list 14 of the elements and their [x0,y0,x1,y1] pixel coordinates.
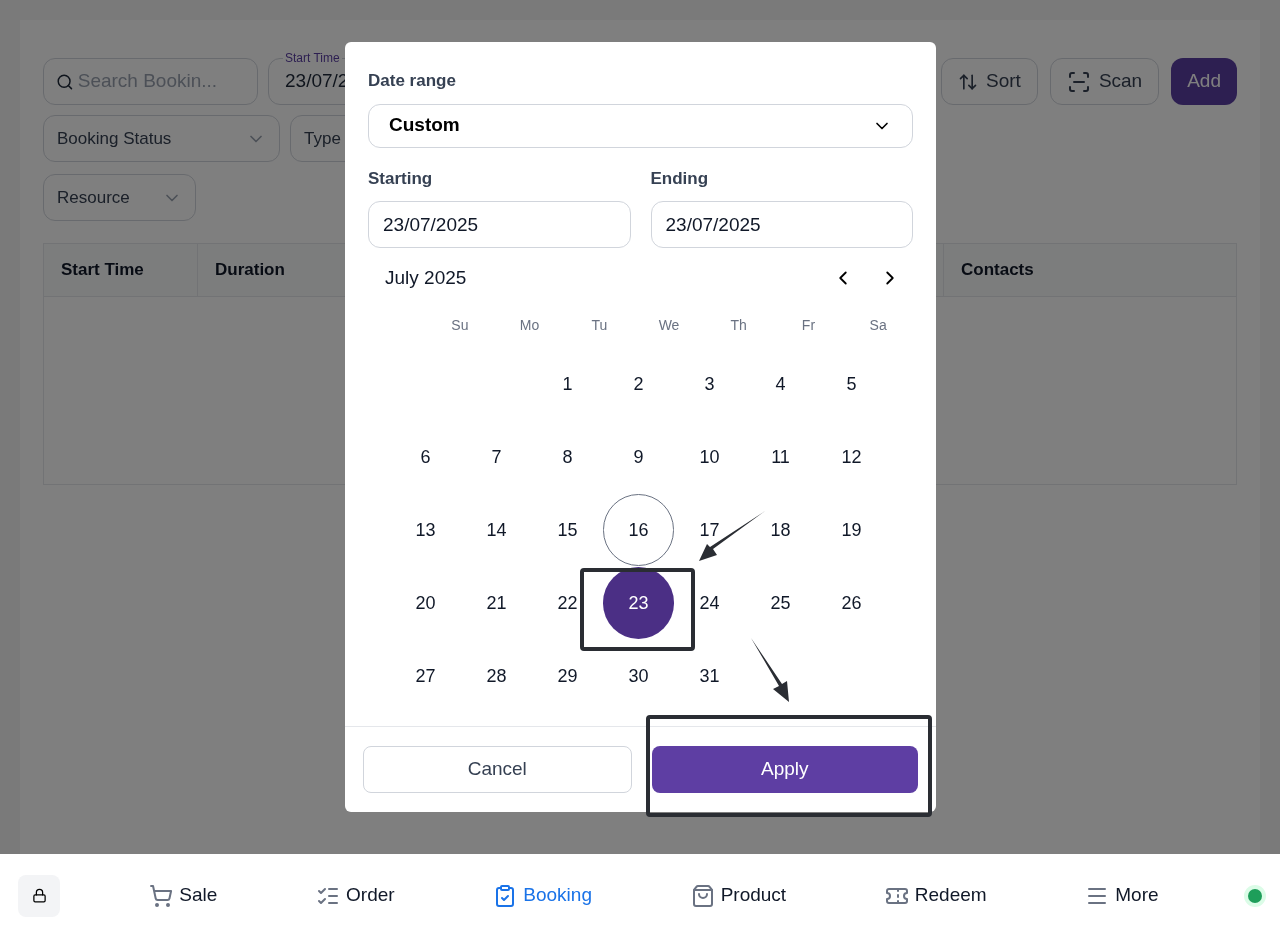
weekday-label: We [658,315,680,335]
field-label: Date range [368,70,457,92]
weekday-label: Sa [869,315,887,335]
weekday-label: Su [451,315,469,335]
month-title: July 2025 [385,266,467,290]
column-header: Start Time [44,244,198,296]
weekday-label: Th [730,315,747,335]
weekday-label: Mo [519,315,540,335]
field-label: Starting [368,167,434,190]
column-header: Contacts [943,244,1236,296]
weekday-label: Fr [801,315,816,335]
field-label: Ending [650,167,710,190]
weekday-label: Tu [591,315,608,335]
column-header: Duration [214,259,286,282]
